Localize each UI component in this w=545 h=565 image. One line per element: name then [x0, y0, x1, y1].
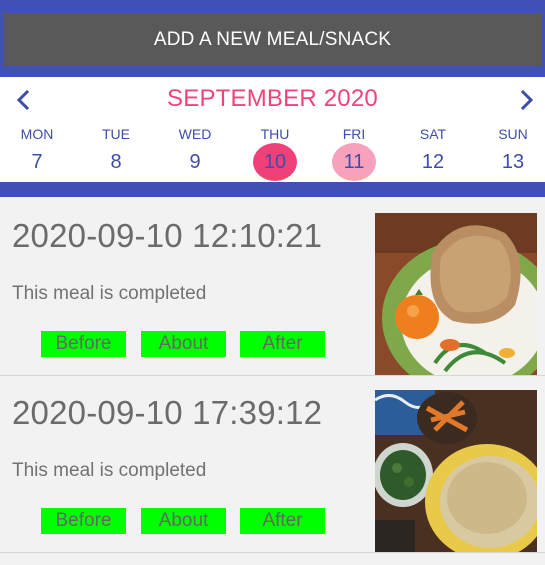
day-number: 7 — [31, 151, 43, 173]
meal-status: This meal is completed — [12, 460, 207, 481]
month-row: SEPTEMBER 2020 — [0, 77, 545, 121]
meal-timestamp: 2020-09-10 12:10:21 — [12, 217, 323, 254]
next-month-button[interactable] — [512, 85, 542, 115]
day-of-week: SAT — [419, 126, 447, 142]
day-wed[interactable]: WED 9 — [159, 121, 231, 182]
day-tue[interactable]: TUE 8 — [80, 121, 152, 182]
day-of-week: WED — [178, 126, 212, 142]
meal-photo[interactable] — [375, 390, 537, 552]
meal-timestamp: 2020-09-10 17:39:12 — [12, 394, 323, 431]
top-bar: ADD A NEW MEAL/SNACK — [0, 0, 545, 77]
day-number: 12 — [421, 151, 445, 173]
day-number: 13 — [501, 151, 525, 173]
day-number: 9 — [189, 151, 201, 173]
day-number: 10 — [263, 151, 287, 173]
day-of-week: TUE — [102, 126, 130, 142]
day-fri[interactable]: FRI 11 — [318, 121, 390, 182]
before-button[interactable]: Before — [41, 508, 126, 534]
add-meal-button[interactable]: ADD A NEW MEAL/SNACK — [3, 13, 542, 66]
about-button[interactable]: About — [141, 508, 226, 534]
day-of-week: THU — [260, 126, 290, 142]
day-number: 11 — [343, 151, 365, 173]
meal-photo[interactable] — [375, 213, 537, 375]
meal-card[interactable]: 2020-09-10 12:10:21 This meal is complet… — [0, 199, 545, 376]
meal-card[interactable]: 2020-09-10 17:39:12 This meal is complet… — [0, 376, 545, 553]
about-button[interactable]: About — [141, 331, 226, 357]
month-title: SEPTEMBER 2020 — [167, 85, 378, 112]
after-button[interactable]: After — [240, 331, 325, 357]
day-of-week: SUN — [498, 126, 528, 142]
day-sat[interactable]: SAT 12 — [397, 121, 469, 182]
before-button[interactable]: Before — [41, 331, 126, 357]
after-button[interactable]: After — [240, 508, 325, 534]
chevron-right-icon — [520, 90, 534, 110]
week-strip: MON 7 TUE 8 WED 9 THU 10 FRI 11 SAT 12 S… — [0, 121, 545, 182]
day-thu[interactable]: THU 10 — [239, 121, 311, 182]
day-of-week: FRI — [342, 126, 366, 142]
day-of-week: MON — [20, 126, 54, 142]
day-sun[interactable]: SUN 13 — [477, 121, 545, 182]
day-number: 8 — [110, 151, 122, 173]
calendar: SEPTEMBER 2020 MON 7 TUE 8 WED 9 THU 10 … — [0, 77, 545, 182]
meal-status: This meal is completed — [12, 283, 207, 304]
calendar-divider — [0, 182, 545, 197]
day-mon[interactable]: MON 7 — [1, 121, 73, 182]
